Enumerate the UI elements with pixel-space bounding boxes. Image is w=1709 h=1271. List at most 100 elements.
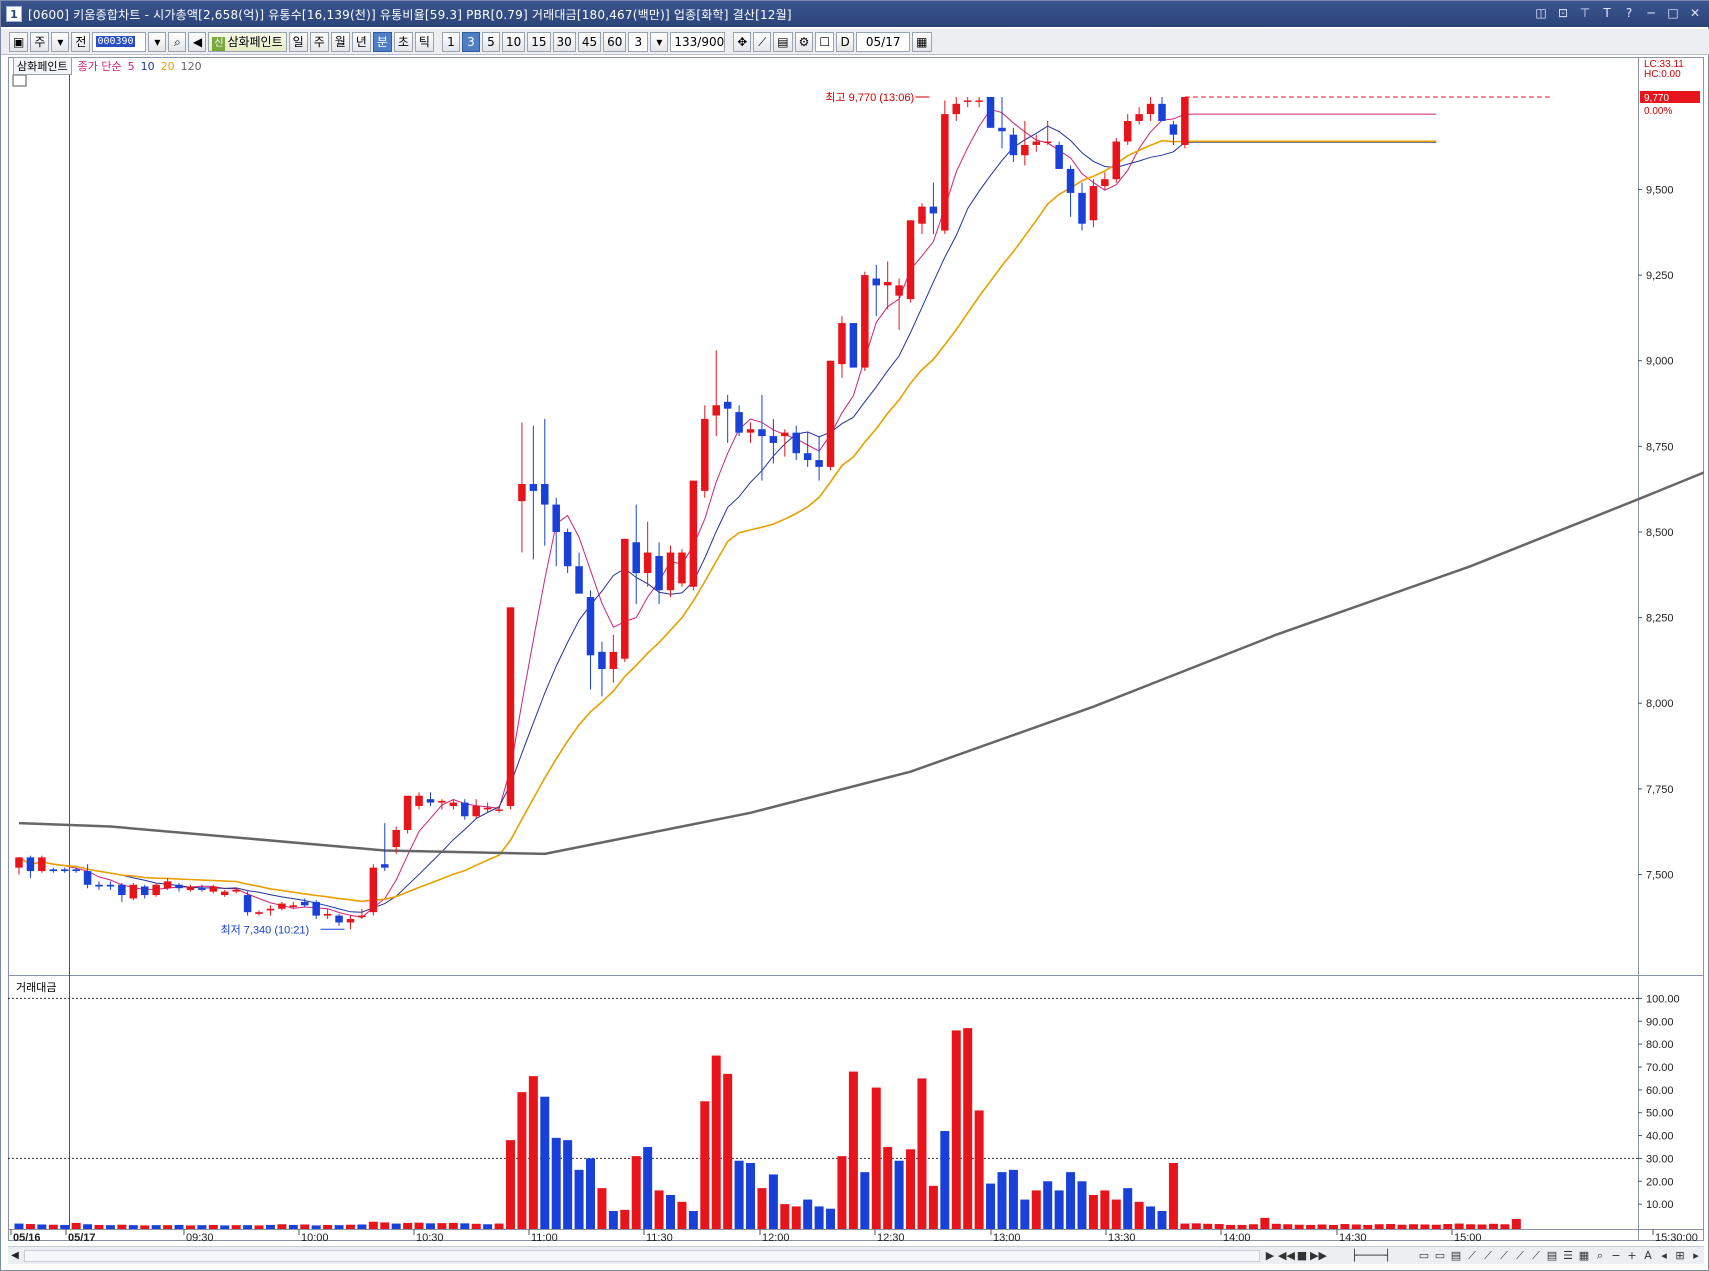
candle-body xyxy=(781,432,789,437)
text-icon[interactable]: A xyxy=(1640,1249,1656,1263)
stop-icon[interactable]: ■ xyxy=(1294,1249,1310,1263)
volume-bar xyxy=(1054,1190,1064,1229)
volume-bar xyxy=(243,1225,253,1229)
code-dropdown-icon[interactable]: ▾ xyxy=(148,31,167,52)
chart-area[interactable]: 9,500 9,250 9,000 8,750 8,500 8,250 8,000 7,750… xyxy=(8,57,1704,1241)
candle-body xyxy=(678,552,686,584)
period-button[interactable]: 일 xyxy=(288,31,308,52)
period-button[interactable]: 년 xyxy=(351,31,371,52)
window-number-icon[interactable]: 1 xyxy=(6,6,22,22)
chart-canvas[interactable]: 9,500 9,250 9,000 8,750 8,500 8,250 8,000 7,750… xyxy=(8,57,1704,1241)
candle-body xyxy=(175,884,183,889)
window-control-icon[interactable]: ◫ xyxy=(1532,4,1550,22)
ma120-label: 120 xyxy=(180,59,202,73)
draw1-icon[interactable]: ⟋ xyxy=(1464,1249,1480,1263)
sound-icon[interactable]: ◀ xyxy=(188,31,207,52)
zoom-slider[interactable]: ├────┤ xyxy=(1326,1249,1416,1263)
count-input[interactable]: 133/900 xyxy=(670,31,726,52)
draw2-icon[interactable]: ⟋ xyxy=(1480,1249,1496,1263)
window-control-icon[interactable]: □ xyxy=(1664,4,1682,22)
last-price-label: 9,770 xyxy=(1644,93,1669,104)
interval-input[interactable]: 3 xyxy=(628,31,649,52)
candle-body xyxy=(358,915,366,918)
minute-button[interactable]: 30 xyxy=(552,31,576,52)
candle-body xyxy=(1146,103,1155,115)
period-button[interactable]: 월 xyxy=(330,31,350,52)
candle-body xyxy=(929,206,938,214)
period-button[interactable]: 틱 xyxy=(414,31,434,52)
minute-button[interactable]: 3 xyxy=(461,31,480,52)
nav-left-icon[interactable]: ◂ xyxy=(1656,1249,1672,1263)
volume-bar xyxy=(128,1225,138,1229)
volume-bar xyxy=(928,1185,938,1229)
volume-bar xyxy=(300,1224,310,1229)
minute-button[interactable]: 45 xyxy=(577,31,602,52)
window-control-icon[interactable]: ⊤ xyxy=(1576,4,1594,22)
indicator-icon[interactable]: ✥ xyxy=(733,31,752,52)
volume-bar xyxy=(1157,1211,1167,1229)
calendar-icon[interactable]: ▦ xyxy=(912,31,932,52)
minute-button[interactable]: 1 xyxy=(441,31,460,52)
whole-button[interactable]: 전 xyxy=(71,31,91,52)
layout1-icon[interactable]: ▭ xyxy=(1416,1249,1432,1263)
volume-bar xyxy=(83,1224,93,1229)
search-icon[interactable]: ⌕ xyxy=(168,31,187,52)
save-icon[interactable]: ▤ xyxy=(773,31,793,52)
magnifier-icon[interactable]: ⌕ xyxy=(1592,1249,1608,1263)
volume-bar xyxy=(151,1225,161,1229)
volume-bar xyxy=(37,1224,47,1229)
scroll-left-icon[interactable]: ◀ xyxy=(8,1249,22,1263)
nav-right-icon[interactable]: ▸ xyxy=(1688,1249,1704,1263)
window-control-icon[interactable]: T xyxy=(1598,4,1616,22)
chart-scrollbar[interactable]: ◀ ▶ ◀◀ ■ ▶▶ ├────┤ ▭ ▭ ▤ ⟋ ⟋ ⟋ ⟋ ⟋ ▤ ☰ ▦… xyxy=(8,1246,1704,1264)
window-control-icon[interactable]: ? xyxy=(1620,4,1638,22)
minute-group: 1 3 5 10 15 30 45 60 xyxy=(441,31,627,52)
market-select[interactable]: 주 xyxy=(30,31,50,52)
fast-forward-icon[interactable]: ▶▶ xyxy=(1310,1249,1327,1263)
minute-button[interactable]: 10 xyxy=(501,31,526,52)
window-control-icon[interactable]: ─ xyxy=(1642,4,1660,22)
minute-button[interactable]: 60 xyxy=(603,31,627,52)
date-checkbox[interactable]: ☐ xyxy=(815,31,835,52)
list-icon[interactable]: ☰ xyxy=(1560,1249,1576,1263)
draw4-icon[interactable]: ⟋ xyxy=(1512,1249,1528,1263)
market-dropdown-icon[interactable]: ▾ xyxy=(51,31,70,52)
plus-icon[interactable]: + xyxy=(1624,1249,1640,1263)
layout-icon[interactable]: ▣ xyxy=(9,31,29,52)
candle-body xyxy=(278,903,286,909)
period-button[interactable]: 주 xyxy=(309,31,329,52)
scroll-track[interactable] xyxy=(24,1249,1260,1262)
volume-bar xyxy=(883,1147,893,1229)
volume-bar xyxy=(1226,1224,1236,1229)
layout3-icon[interactable]: ▤ xyxy=(1448,1249,1464,1263)
trend-line-icon[interactable]: ⟋ xyxy=(753,31,772,52)
stock-name-field[interactable]: 신 삼화페인트 xyxy=(208,31,287,52)
volume-bar xyxy=(757,1188,767,1229)
period-button[interactable]: 초 xyxy=(393,31,413,52)
draw3-icon[interactable]: ⟋ xyxy=(1496,1249,1512,1263)
window-control-icon[interactable]: ⊡ xyxy=(1554,4,1572,22)
play-icon[interactable]: ▶ xyxy=(1262,1249,1278,1263)
volume-bar xyxy=(1191,1223,1201,1229)
draw5-icon[interactable]: ⟋ xyxy=(1528,1249,1544,1263)
minus-icon[interactable]: − xyxy=(1608,1249,1624,1263)
layout2-icon[interactable]: ▭ xyxy=(1432,1249,1448,1263)
candle-body xyxy=(49,869,58,872)
volume-bar xyxy=(700,1101,710,1229)
fast-back-icon[interactable]: ◀◀ xyxy=(1278,1249,1295,1263)
minute-button[interactable]: 5 xyxy=(481,31,500,52)
interval-dropdown-icon[interactable]: ▾ xyxy=(650,31,669,52)
candle-body xyxy=(129,884,138,899)
stock-code-input[interactable]: 000390 xyxy=(92,31,147,52)
grid-icon[interactable]: ▦ xyxy=(1576,1249,1592,1263)
volume-bar xyxy=(1397,1224,1407,1229)
volume-bar xyxy=(734,1160,744,1229)
window-control-icon[interactable]: ✕ xyxy=(1686,4,1704,22)
minute-button[interactable]: 15 xyxy=(527,31,551,52)
settings-gear-icon[interactable]: ⚙ xyxy=(794,31,814,52)
table-icon[interactable]: ▤ xyxy=(1544,1249,1560,1263)
date-input[interactable]: 05/17 xyxy=(856,31,911,52)
period-button[interactable]: 분 xyxy=(372,31,392,52)
cursor-icon[interactable]: ⊞ xyxy=(1672,1249,1688,1263)
price-panel-name[interactable]: 삼화페인트 xyxy=(13,57,72,75)
